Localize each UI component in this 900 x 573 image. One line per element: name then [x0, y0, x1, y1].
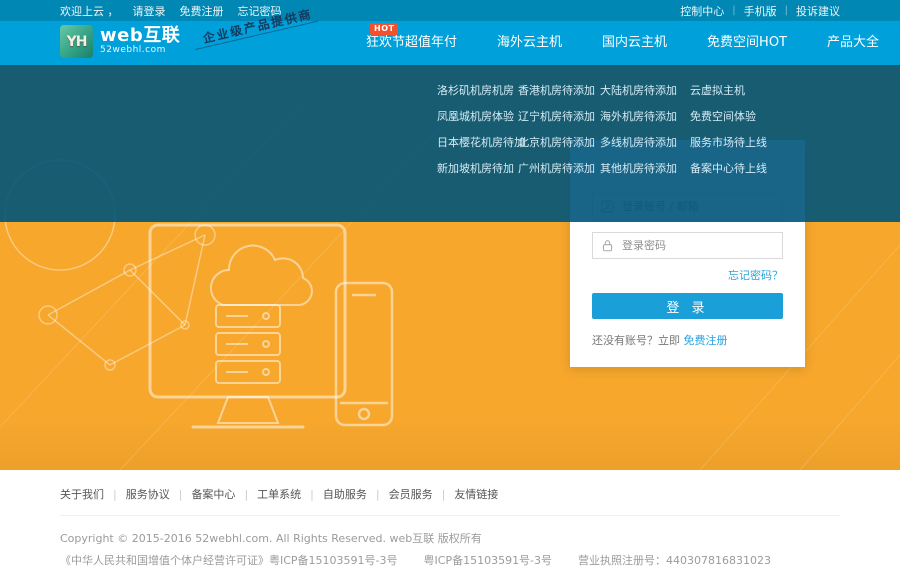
- divider: |: [179, 488, 183, 501]
- free-register-link[interactable]: 免费注册: [684, 334, 728, 347]
- dropdown-link[interactable]: 香港机房待添加: [518, 78, 600, 104]
- logo-icon: YH: [60, 25, 93, 58]
- dropdown-column-1: 洛杉矶机房机房 凤凰城机房体验 日本樱花机房待加 新加坡机房待加: [437, 78, 518, 182]
- dropdown-link[interactable]: 洛杉矶机房机房: [437, 78, 518, 104]
- login-link[interactable]: 请登录: [133, 3, 166, 19]
- dropdown-link[interactable]: 服务市场待上线: [690, 130, 820, 156]
- business-license-number: 营业执照注册号：440307816831023: [578, 552, 771, 568]
- icp-number: 粤ICP备15103591号-3号: [424, 552, 553, 568]
- dropdown-link[interactable]: 多线机房待添加: [600, 130, 690, 156]
- hero-banner: 忘记密码？ 登 录 还没有账号？立即 免费注册 洛杉矶机房机房 凤凰城机房体验 …: [0, 65, 900, 470]
- divider: |: [244, 488, 248, 501]
- nav-item-free-space[interactable]: 免费空间HOT: [687, 21, 807, 65]
- brand-name: web互联: [100, 27, 180, 46]
- nav-item-all-products[interactable]: 产品大全: [807, 21, 899, 65]
- divider: |: [376, 488, 380, 501]
- brand-domain: 52webhl.com: [100, 46, 180, 55]
- footer: 关于我们 | 服务协议 | 备案中心 | 工单系统 | 自助服务 | 会员服务 …: [0, 470, 900, 573]
- divider: |: [113, 488, 117, 501]
- license-row: 《中华人民共和国增值个体户经营许可证》粤ICP备15103591号-3号 粤IC…: [60, 552, 840, 568]
- footer-links: 关于我们 | 服务协议 | 备案中心 | 工单系统 | 自助服务 | 会员服务 …: [60, 486, 840, 516]
- lock-icon: [601, 239, 614, 252]
- dropdown-link[interactable]: 海外机房待添加: [600, 104, 690, 130]
- mobile-version-link[interactable]: 手机版: [744, 3, 777, 19]
- divider: |: [732, 5, 735, 16]
- dropdown-link[interactable]: 北京机房待添加: [518, 130, 600, 156]
- dropdown-link[interactable]: 备案中心待上线: [690, 156, 820, 182]
- dropdown-link[interactable]: 凤凰城机房体验: [437, 104, 518, 130]
- top-utility-bar: 欢迎上云 ， 请登录 免费注册 忘记密码 控制中心 | 手机版 | 投诉建议: [0, 0, 900, 21]
- register-prompt: 还没有账号？立即 免费注册: [592, 332, 728, 348]
- register-link-top[interactable]: 免费注册: [180, 3, 224, 19]
- nav-item-overseas-cloud[interactable]: 海外云主机: [477, 21, 582, 65]
- copyright-text: Copyright © 2015-2016 52webhl.com. All R…: [60, 530, 840, 546]
- password-input[interactable]: [622, 239, 774, 252]
- welcome-text: 欢迎上云 ，: [60, 3, 119, 19]
- forgot-password-link[interactable]: 忘记密码？: [728, 269, 783, 282]
- footer-link-tickets[interactable]: 工单系统: [257, 486, 301, 502]
- complaint-link[interactable]: 投诉建议: [796, 3, 840, 19]
- nav-item-domestic-cloud[interactable]: 国内云主机: [582, 21, 687, 65]
- dropdown-link[interactable]: 其他机房待添加: [600, 156, 690, 182]
- control-center-link[interactable]: 控制中心: [680, 3, 724, 19]
- footer-link-friends[interactable]: 友情链接: [454, 486, 498, 502]
- dropdown-link[interactable]: 广州机房待添加: [518, 156, 600, 182]
- dropdown-column-4: 云虚拟主机 免费空间体验 服务市场待上线 备案中心待上线: [690, 78, 820, 182]
- hot-badge: HOT: [370, 23, 398, 35]
- divider: |: [442, 488, 446, 501]
- dropdown-link[interactable]: 日本樱花机房待加: [437, 130, 518, 156]
- footer-link-about[interactable]: 关于我们: [60, 486, 104, 502]
- brand-logo[interactable]: YH web互联 52webhl.com 企业级产品提供商: [60, 25, 180, 58]
- dropdown-link[interactable]: 云虚拟主机: [690, 78, 820, 104]
- dropdown-link[interactable]: 辽宁机房待添加: [518, 104, 600, 130]
- dropdown-column-2: 香港机房待添加 辽宁机房待添加 北京机房待添加 广州机房待添加: [518, 78, 600, 182]
- divider: |: [310, 488, 314, 501]
- password-field-wrap: [592, 232, 783, 259]
- login-button[interactable]: 登 录: [592, 293, 783, 319]
- mega-dropdown: 洛杉矶机房机房 凤凰城机房体验 日本樱花机房待加 新加坡机房待加 香港机房待添加…: [0, 65, 900, 222]
- footer-link-selfservice[interactable]: 自助服务: [323, 486, 367, 502]
- dropdown-link[interactable]: 新加坡机房待加: [437, 156, 518, 182]
- dropdown-link[interactable]: 大陆机房待添加: [600, 78, 690, 104]
- footer-link-icp-center[interactable]: 备案中心: [191, 486, 235, 502]
- nav-item-carnival[interactable]: HOT 狂欢节超值年付: [346, 21, 477, 65]
- footer-link-terms[interactable]: 服务协议: [126, 486, 170, 502]
- dropdown-link[interactable]: 免费空间体验: [690, 104, 820, 130]
- license-text: 《中华人民共和国增值个体户经营许可证》粤ICP备15103591号-3号: [60, 552, 398, 568]
- dropdown-column-3: 大陆机房待添加 海外机房待添加 多线机房待添加 其他机房待添加: [600, 78, 690, 182]
- divider: |: [785, 5, 788, 16]
- footer-link-membership[interactable]: 会员服务: [389, 486, 433, 502]
- main-navbar: YH web互联 52webhl.com 企业级产品提供商 HOT 狂欢节超值年…: [0, 21, 900, 65]
- nav-menu: HOT 狂欢节超值年付 海外云主机 国内云主机 免费空间HOT 产品大全: [346, 21, 899, 65]
